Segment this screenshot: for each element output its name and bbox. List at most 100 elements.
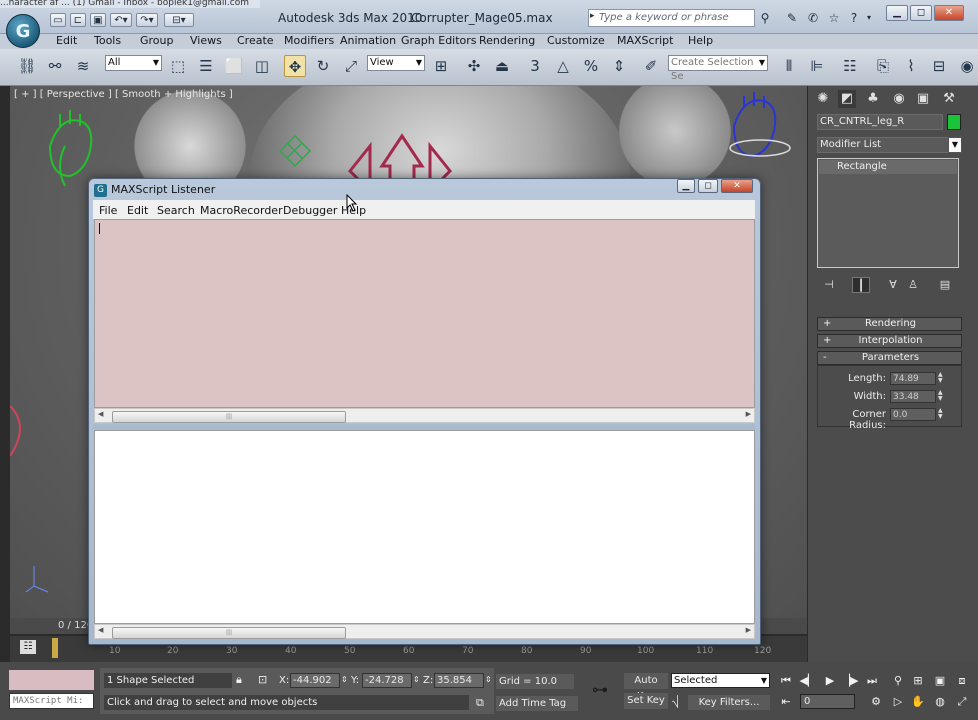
length-spinner[interactable]: 74.89 — [890, 372, 936, 385]
listener-maximize-button[interactable]: ◻ — [698, 179, 718, 193]
key-mode-dropdown[interactable]: Selected ▼ — [671, 673, 770, 688]
percent-snap-icon[interactable]: % — [580, 55, 602, 77]
x-coordinate-field[interactable]: -44.902 — [290, 673, 340, 688]
app-logo-button[interactable]: G — [6, 14, 40, 48]
save-file-icon[interactable]: ▣ — [90, 13, 106, 27]
schematic-view-icon[interactable]: ⊟ — [928, 55, 950, 77]
set-key-icon[interactable]: ⊶ — [592, 680, 618, 699]
show-end-result-icon[interactable]: ┃ — [852, 277, 870, 293]
rollout-parameters[interactable]: - Parameters — [817, 351, 962, 365]
rollout-rendering[interactable]: + Rendering — [817, 317, 962, 331]
graphite-modeling-icon[interactable]: ⎘ — [872, 55, 894, 77]
goto-end-icon[interactable]: ⏭ — [862, 673, 882, 689]
spinner-snap-icon[interactable]: ⇕ — [608, 55, 630, 77]
maximize-viewport-icon[interactable]: ⤢ — [952, 694, 972, 710]
communication-icon[interactable]: ✆ — [805, 10, 821, 26]
undo-icon[interactable]: ↶▾ — [110, 13, 132, 27]
spinner-arrows-icon[interactable]: ▲ ▼ — [938, 372, 946, 385]
listener-minimize-button[interactable]: ▁ — [677, 179, 695, 193]
redo-icon[interactable]: ↷▾ — [136, 13, 158, 27]
zoom-extents-icon[interactable]: ▣ — [930, 673, 950, 689]
add-time-tag-button[interactable]: Add Time Tag — [496, 696, 578, 711]
mirror-icon[interactable]: ⫴ — [778, 55, 800, 77]
help-dropdown-icon[interactable]: ▾ — [861, 10, 877, 26]
select-and-rotate-icon[interactable]: ↻ — [312, 55, 334, 77]
angle-snap-icon[interactable]: △ — [552, 55, 574, 77]
listener-menu-macrorecorder[interactable]: MacroRecorder — [200, 204, 283, 217]
binoculars-icon[interactable]: ⚲ — [757, 10, 773, 26]
previous-frame-icon[interactable]: ◀▏ — [798, 673, 818, 689]
time-configuration-icon[interactable]: ⚙ — [866, 694, 886, 710]
search-input[interactable]: Type a keyword or phrase — [588, 9, 755, 27]
menu-views[interactable]: Views — [190, 34, 222, 48]
scroll-left-icon[interactable]: ◀ — [98, 410, 103, 418]
create-tab-icon[interactable]: ✺ — [814, 90, 832, 108]
listener-close-button[interactable]: ✕ — [721, 179, 753, 193]
spinner-arrows-icon[interactable]: ⇕ — [485, 675, 492, 684]
select-and-link-icon[interactable]: ⛓ — [16, 55, 38, 77]
time-tag-icon[interactable]: ⧉ — [476, 696, 490, 711]
zoom-all-icon[interactable]: ⊞ — [908, 673, 928, 689]
auto-key-button[interactable]: Auto Key — [624, 673, 668, 702]
object-name-field[interactable]: CR_CNTRL_leg_R — [817, 114, 943, 130]
project-folder-icon[interactable]: ⊟▾ — [164, 13, 194, 27]
listener-menu-file[interactable]: File — [99, 204, 117, 217]
selection-lock-icon[interactable]: 🔒︎ — [236, 673, 250, 688]
menu-animation[interactable]: Animation — [340, 34, 396, 48]
key-filters-button[interactable]: Key Filters... — [688, 695, 770, 710]
bind-space-warp-icon[interactable]: ≋ — [72, 55, 94, 77]
display-tab-icon[interactable]: ▣ — [914, 90, 932, 108]
select-by-name-icon[interactable]: ☰ — [195, 55, 217, 77]
select-object-icon[interactable]: ⬚ — [167, 55, 189, 77]
set-key-button[interactable]: Set Key — [624, 693, 668, 709]
current-frame-field[interactable]: 0 — [800, 694, 855, 709]
menu-edit[interactable]: Edit — [56, 34, 77, 48]
zoom-extents-all-icon[interactable]: ⧈ — [952, 673, 972, 689]
selection-filter-dropdown[interactable]: All ▼ — [105, 55, 162, 71]
new-file-icon[interactable]: ▭ — [50, 13, 66, 27]
pan-view-icon[interactable]: ✋ — [908, 694, 928, 710]
hierarchy-tab-icon[interactable]: ♣ — [864, 90, 882, 108]
configure-modifier-sets-icon[interactable]: ▤ — [936, 277, 954, 293]
macro-recorder-pane[interactable] — [94, 219, 755, 408]
layer-manager-icon[interactable]: ☷ — [839, 55, 861, 77]
spinner-arrows-icon[interactable]: ⇕ — [341, 675, 348, 684]
snaps-toggle-icon[interactable]: 3 — [524, 55, 546, 77]
favorites-star-icon[interactable]: ☆ — [826, 10, 842, 26]
unlink-icon[interactable]: ⚯ — [44, 55, 66, 77]
menu-modifiers[interactable]: Modifiers — [284, 34, 334, 48]
utilities-tab-icon[interactable]: ⚒ — [940, 90, 958, 108]
width-spinner[interactable]: 33.48 — [890, 390, 936, 403]
mini-listener-input[interactable]: MAXScript Mi: — [9, 693, 94, 709]
menu-customize[interactable]: Customize — [547, 34, 605, 48]
default-in-out-tangent-icon[interactable]: ⎷ — [672, 695, 686, 710]
open-file-icon[interactable]: ⊏ — [70, 13, 86, 27]
menu-rendering[interactable]: Rendering — [479, 34, 535, 48]
remove-modifier-icon[interactable]: ♙ — [904, 277, 922, 293]
edit-named-selection-icon[interactable]: ✐ — [640, 55, 662, 77]
search-expand-icon[interactable]: ▸ — [590, 11, 595, 21]
curve-editor-icon[interactable]: ⌇ — [900, 55, 922, 77]
motion-tab-icon[interactable]: ◉ — [890, 90, 908, 108]
select-and-manipulate-icon[interactable]: ✣ — [463, 55, 485, 77]
select-and-scale-icon[interactable]: ⤢ — [340, 55, 362, 77]
orbit-icon[interactable]: ◍ — [930, 694, 950, 710]
modifier-stack[interactable] — [817, 158, 959, 268]
listener-menu-edit[interactable]: Edit — [127, 204, 148, 217]
scrollbar-thumb[interactable]: ||| — [112, 627, 346, 639]
scroll-right-icon[interactable]: ▶ — [746, 626, 751, 634]
scroll-right-icon[interactable]: ▶ — [746, 410, 751, 418]
window-crossing-icon[interactable]: ◫ — [251, 55, 273, 77]
use-pivot-center-icon[interactable]: ⊞ — [430, 55, 452, 77]
chevron-down-icon[interactable]: ▼ — [948, 137, 962, 153]
field-of-view-icon[interactable]: ▷ — [888, 694, 908, 710]
listener-menu-search[interactable]: Search — [157, 204, 195, 217]
spinner-arrows-icon[interactable]: ▲ ▼ — [938, 408, 946, 421]
maximize-button[interactable]: ◻ — [910, 5, 932, 21]
help-icon[interactable]: ? — [846, 10, 862, 26]
menu-help[interactable]: Help — [688, 34, 713, 48]
reference-coordinate-dropdown[interactable]: View ▼ — [367, 55, 425, 71]
align-icon[interactable]: ⊫ — [806, 55, 828, 77]
menu-graph-editors[interactable]: Graph Editors — [401, 34, 477, 48]
named-selection-set-input[interactable]: Create Selection Se ▼ — [668, 55, 768, 82]
